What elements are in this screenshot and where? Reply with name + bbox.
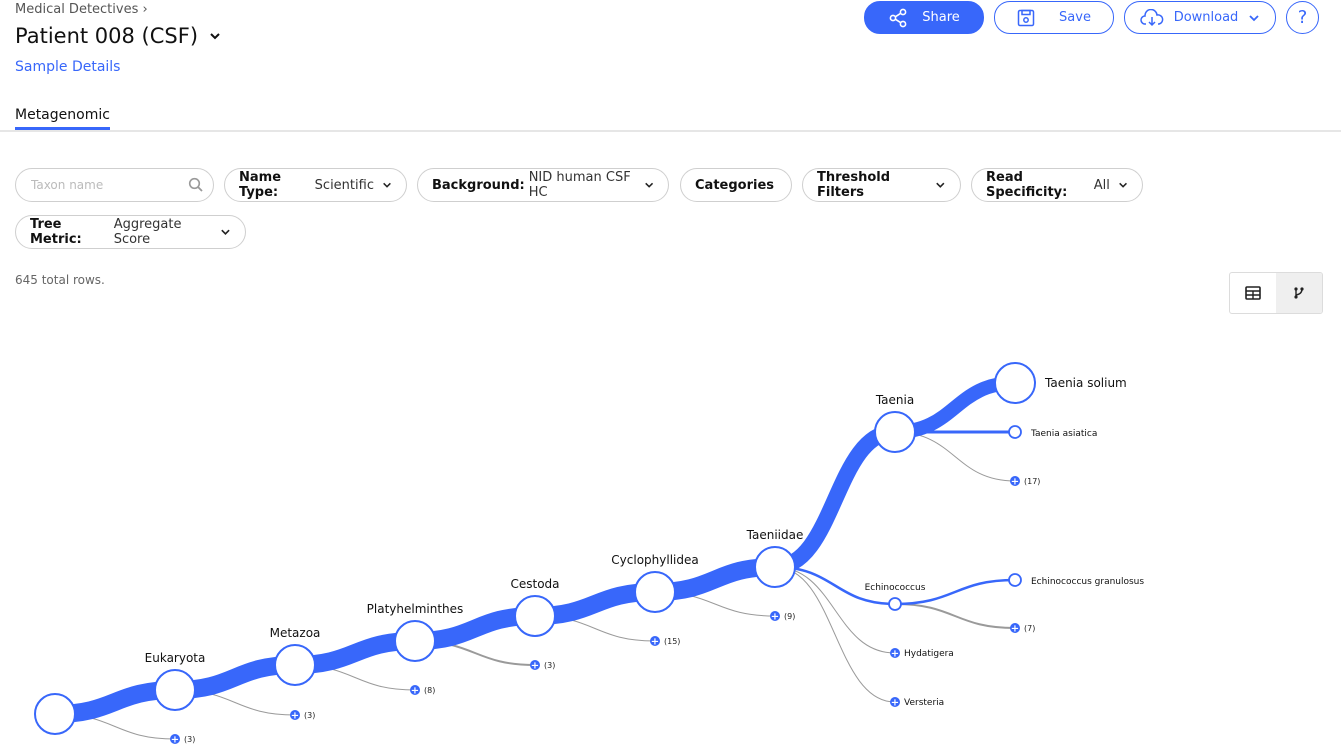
taxon-node-root[interactable] <box>34 693 76 735</box>
plus-glyph: + <box>1011 624 1019 635</box>
taxon-label: Platyhelminthes <box>367 602 464 616</box>
collapsed-count: (3) <box>304 711 315 720</box>
plus-glyph: + <box>891 649 899 660</box>
taxon-node-metazoa[interactable] <box>274 644 316 686</box>
taxonomy-tree[interactable]: + (3) + (3) + (8) + (3) + (15) + (9) + (17) + (7) Eukary… <box>0 0 1341 754</box>
collapsed-count: (17) <box>1024 477 1040 486</box>
plus-glyph: + <box>1011 477 1019 488</box>
taxon-label: Cyclophyllidea <box>611 553 698 567</box>
plus-glyph: + <box>171 735 179 746</box>
taxon-node-platyhelminthes[interactable] <box>394 620 436 662</box>
collapsed-count: (8) <box>424 686 435 695</box>
collapsed-count: (15) <box>664 637 680 646</box>
taxon-node-taenia_asiatica[interactable] <box>1008 425 1022 439</box>
taxon-node-echinococcus[interactable] <box>888 597 902 611</box>
taxon-node-cestoda[interactable] <box>514 595 556 637</box>
taxon-label: Echinococcus granulosus <box>1031 577 1144 587</box>
plus-glyph: + <box>651 637 659 648</box>
taxon-label: Taenia asiatica <box>1030 429 1097 439</box>
plus-glyph: + <box>411 686 419 697</box>
tree-link <box>774 566 896 654</box>
plus-glyph: + <box>531 661 539 672</box>
collapsed-count: (3) <box>184 735 195 744</box>
taxon-node-taenia[interactable] <box>874 411 916 453</box>
plus-glyph: + <box>291 711 299 722</box>
collapsed-count: (7) <box>1024 624 1035 633</box>
taxon-label: Echinococcus <box>865 583 926 593</box>
taxon-label: Versteria <box>904 698 944 708</box>
taxon-label: Taenia <box>875 393 914 407</box>
plus-glyph: + <box>891 698 899 709</box>
collapsed-link <box>894 603 1016 629</box>
taxon-label: Metazoa <box>270 626 321 640</box>
taxon-label: Taenia solium <box>1044 376 1127 390</box>
taxon-label: Hydatigera <box>904 649 954 659</box>
taxon-label: Taeniidae <box>746 528 804 542</box>
taxon-label: Cestoda <box>510 577 559 591</box>
plus-glyph: + <box>771 612 779 623</box>
taxon-node-taeniidae[interactable] <box>754 546 796 588</box>
taxon-node-taenia_solium[interactable] <box>994 362 1036 404</box>
taxon-node-echinococcus_granulosus[interactable] <box>1008 573 1022 587</box>
taxon-node-cyclophyllidea[interactable] <box>634 571 676 613</box>
taxon-label: Eukaryota <box>145 651 206 665</box>
collapsed-count: (9) <box>784 612 795 621</box>
taxon-node-eukaryota[interactable] <box>154 669 196 711</box>
collapsed-count: (3) <box>544 661 555 670</box>
tree-link <box>774 424 896 575</box>
